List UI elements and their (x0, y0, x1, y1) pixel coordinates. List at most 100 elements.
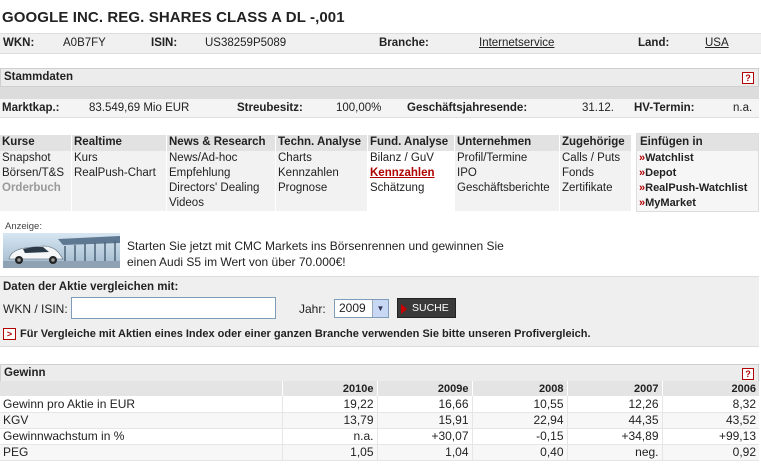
marktkap-label: Marktkap.: (2, 102, 60, 114)
stammdaten-row: Marktkap.: 83.549,69 Mio EUR Streubesitz… (0, 99, 759, 118)
nav-header-news: News & Research (167, 135, 275, 151)
table-cell: neg. (566, 444, 662, 461)
row-label: Gewinnwachstum in % (0, 428, 282, 445)
einfuegen-mymarket-label: MyMarket (645, 197, 696, 209)
nav-item-bilanz[interactable]: Bilanz / GuV (368, 151, 454, 166)
suche-button[interactable]: SUCHE (397, 298, 456, 318)
arrow-box-icon[interactable]: > (3, 328, 16, 340)
table-cell: 1,05 (281, 444, 377, 461)
profivergleich-note[interactable]: Für Vergleiche mit Aktien eines Index od… (20, 328, 591, 340)
table-cell: 0,40 (471, 444, 567, 461)
nav-item-kennzahlen-techn[interactable]: Kennzahlen (276, 166, 367, 181)
einfuegen-realpush-label: RealPush-Watchlist (645, 182, 748, 194)
hv-termin-value: n.a. (733, 102, 753, 114)
einfuegen-header: Einfügen in (637, 134, 758, 151)
nav-unternehmen: Unternehmen Profil/Termine IPO Geschäfts… (455, 135, 559, 196)
jahr-label: Jahr: (299, 302, 326, 316)
info-bar: WKN: A0B7FY ISIN: US38259P5089 Branche: … (0, 33, 761, 54)
branche-link[interactable]: Internetservice (479, 37, 554, 49)
isin-value: US38259P5089 (205, 37, 287, 49)
nav-item-zertifikate[interactable]: Zertifikate (560, 181, 631, 196)
table-cell: 22,94 (471, 412, 567, 429)
row-label: Gewinn pro Aktie in EUR (0, 396, 282, 413)
wkn-value: A0B7FY (63, 37, 106, 49)
jahr-select[interactable]: 2009 ▼ (334, 299, 389, 318)
geschaeftsjahresende-label: Geschäftsjahresende: (407, 102, 528, 114)
table-cell: 10,55 (471, 396, 567, 413)
wkn-isin-input[interactable] (71, 297, 276, 319)
nav-item-kurs[interactable]: Kurs (72, 151, 166, 166)
stammdaten-title: Stammdaten (4, 71, 74, 83)
table-cell: 13,79 (281, 412, 377, 429)
nav-zugehoerige: Zugehörige Calls / Puts Fonds Zertifikat… (560, 135, 631, 196)
help-icon[interactable]: ? (742, 72, 754, 84)
land-label: Land: (638, 37, 670, 49)
table-cell: +99,13 (661, 428, 759, 445)
nav-item-calls-puts[interactable]: Calls / Puts (560, 151, 631, 166)
nav-techn: Techn. Analyse Charts Kennzahlen Prognos… (276, 135, 367, 196)
nav-news: News & Research News/Ad-hoc Empfehlung D… (167, 135, 275, 211)
nav-item-news-adhoc[interactable]: News/Ad-hoc (167, 151, 275, 166)
table-header: 2006 (661, 381, 759, 396)
nav-header-unternehmen: Unternehmen (455, 135, 559, 151)
nav-item-boersen[interactable]: Börsen/T&S (0, 166, 71, 181)
nav-item-profil[interactable]: Profil/Termine (455, 151, 559, 166)
table-row: Gewinnwachstum in % n.a. +30,07 -0,15 +3… (0, 428, 759, 445)
table-cell: 43,52 (661, 412, 759, 429)
table-header: 2010e (281, 381, 377, 396)
nav-item-snapshot[interactable]: Snapshot (0, 151, 71, 166)
einfuegen-mymarket[interactable]: »MyMarket (637, 196, 758, 211)
table-cell: +30,07 (376, 428, 472, 445)
streubesitz-label: Streubesitz: (237, 102, 303, 114)
table-cell: +34,89 (566, 428, 662, 445)
table-cell: -0,15 (471, 428, 567, 445)
table-cell: 0,92 (661, 444, 759, 461)
nav-realtime: Realtime Kurs RealPush-Chart (72, 135, 166, 181)
nav-item-geschaeftsberichte[interactable]: Geschäftsberichte (455, 181, 559, 196)
jahr-select-value: 2009 (339, 301, 366, 315)
nav-item-kennzahlen-fund[interactable]: Kennzahlen (368, 166, 454, 181)
nav-item-realpush-chart[interactable]: RealPush-Chart (72, 166, 166, 181)
einfuegen-watchlist[interactable]: »Watchlist (637, 151, 758, 166)
chevron-down-icon[interactable]: ▼ (372, 300, 388, 317)
streubesitz-value: 100,00% (336, 102, 382, 114)
table-cell: 15,91 (376, 412, 472, 429)
gewinn-table: 2010e 2009e 2008 2007 2006 Gewinn pro Ak… (0, 381, 759, 461)
ad-label: Anzeige: (5, 221, 42, 232)
table-cell: 16,66 (376, 396, 472, 413)
nav-item-directors-dealing[interactable]: Directors' Dealing (167, 181, 275, 196)
table-cell: 12,26 (566, 396, 662, 413)
einfuegen-realpush-watchlist[interactable]: »RealPush-Watchlist (637, 181, 758, 196)
wkn-label: WKN: (3, 37, 35, 49)
einfuegen-depot[interactable]: »Depot (637, 166, 758, 181)
nav-item-prognose[interactable]: Prognose (276, 181, 367, 196)
table-header: 2007 (566, 381, 662, 396)
nav-item-fonds[interactable]: Fonds (560, 166, 631, 181)
nav-item-videos[interactable]: Videos (167, 196, 275, 211)
table-header-row: 2010e 2009e 2008 2007 2006 (0, 381, 759, 396)
nav-header-kurse: Kurse (0, 135, 71, 151)
marktkap-value: 83.549,69 Mio EUR (89, 102, 190, 114)
nav-fund: Fund. Analyse Bilanz / GuV Kennzahlen Sc… (368, 135, 454, 196)
nav-item-ipo[interactable]: IPO (455, 166, 559, 181)
table-cell: n.a. (281, 428, 377, 445)
table-cell: 44,35 (566, 412, 662, 429)
nav-item-schaetzung[interactable]: Schätzung (368, 181, 454, 196)
nav-item-orderbuch[interactable]: Orderbuch (0, 181, 71, 196)
ad-text[interactable]: Starten Sie jetzt mit CMC Markets ins Bö… (127, 238, 504, 270)
table-header: 2009e (376, 381, 472, 396)
play-arrow-icon (401, 304, 407, 314)
geschaeftsjahresende-value: 31.12. (582, 102, 614, 114)
land-link[interactable]: USA (705, 37, 729, 49)
nav-header-fund: Fund. Analyse (368, 135, 454, 151)
divider (0, 87, 759, 99)
einfuegen-box: Einfügen in »Watchlist »Depot »RealPush-… (636, 133, 759, 212)
nav-item-charts[interactable]: Charts (276, 151, 367, 166)
nav-item-empfehlung[interactable]: Empfehlung (167, 166, 275, 181)
nav-header-realtime: Realtime (72, 135, 166, 151)
nav-kurse: Kurse Snapshot Börsen/T&S Orderbuch (0, 135, 71, 196)
help-icon[interactable]: ? (742, 368, 754, 380)
ad-car-image[interactable] (3, 233, 120, 268)
page-title: GOOGLE INC. REG. SHARES CLASS A DL -,001 (2, 9, 345, 26)
table-row: PEG 1,05 1,04 0,40 neg. 0,92 (0, 444, 759, 461)
